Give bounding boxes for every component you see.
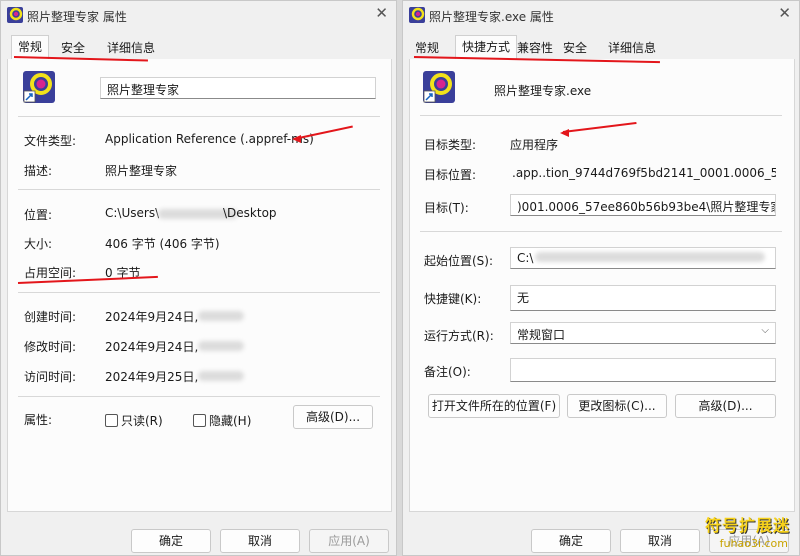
redacted-blur xyxy=(198,371,244,381)
divider xyxy=(18,116,380,117)
redacted-blur xyxy=(535,252,765,262)
hotkey-label: 快捷键(K): xyxy=(424,292,482,306)
title-bar: 照片整理专家 属性 ✕ xyxy=(1,1,396,29)
target-location-label: 目标位置: xyxy=(424,168,477,182)
created-value: 2024年9月24日, xyxy=(105,310,199,324)
description-value: 照片整理专家 xyxy=(105,164,178,178)
size-label: 大小: xyxy=(24,237,53,251)
tab-compatibility[interactable]: 兼容性 xyxy=(517,39,553,56)
tab-general[interactable]: 常规 xyxy=(415,39,439,56)
file-type-label: 文件类型: xyxy=(24,134,77,148)
description-label: 描述: xyxy=(24,164,53,178)
size-value: 406 字节 (406 字节) xyxy=(105,237,220,251)
target-location-value: .app..tion_9744d769f5bd2141_0001.0006_57… xyxy=(512,166,776,180)
properties-window-left: 照片整理专家 属性 ✕ 常规 安全 详细信息 照片整理专家 文件类型: Appl… xyxy=(0,0,397,556)
watermark-text: 符号扩展迷 xyxy=(704,516,790,535)
name-field[interactable]: 照片整理专家 xyxy=(100,77,376,99)
readonly-label: 只读(R) xyxy=(121,414,163,428)
name-value: 照片整理专家.exe xyxy=(494,84,592,98)
apply-button[interactable]: 应用(A) xyxy=(309,529,389,553)
hidden-checkbox[interactable] xyxy=(193,414,206,427)
comment-field[interactable] xyxy=(510,358,776,382)
target-type-value: 应用程序 xyxy=(510,138,559,152)
divider xyxy=(18,189,380,190)
redacted-blur xyxy=(198,311,244,321)
ok-button[interactable]: 确定 xyxy=(131,529,211,553)
modified-value: 2024年9月24日, xyxy=(105,340,199,354)
watermark-url: fuhao3i.com xyxy=(719,537,788,550)
window-title: 照片整理专家.exe 属性 xyxy=(429,10,554,24)
change-icon-button[interactable]: 更改图标(C)... xyxy=(567,394,667,418)
run-mode-label: 运行方式(R): xyxy=(424,329,494,343)
chevron-down-icon: ⌵ xyxy=(761,325,769,336)
location-label: 位置: xyxy=(24,208,53,222)
tab-details[interactable]: 详细信息 xyxy=(107,39,155,56)
tab-security[interactable]: 安全 xyxy=(563,39,587,56)
target-field[interactable]: )001.0006_57ee860b56b93be4\照片整理专家.exe xyxy=(510,194,776,216)
comment-label: 备注(O): xyxy=(424,365,471,379)
advanced-button[interactable]: 高级(D)... xyxy=(293,405,373,429)
start-in-label: 起始位置(S): xyxy=(424,254,494,268)
title-bar: 照片整理专家.exe 属性 ✕ xyxy=(403,1,799,29)
modified-label: 修改时间: xyxy=(24,340,77,354)
tab-bar: 常规 安全 详细信息 xyxy=(7,35,390,60)
general-panel: 照片整理专家 文件类型: Application Reference (.app… xyxy=(7,59,392,512)
divider xyxy=(420,115,782,116)
file-type-value: Application Reference (.appref-ms) xyxy=(105,132,314,146)
run-mode-value: 常规窗口 xyxy=(517,328,566,342)
location-value-start: C:\Users\ xyxy=(105,206,160,220)
close-icon[interactable]: ✕ xyxy=(375,4,388,22)
app-icon xyxy=(409,7,425,23)
hotkey-field[interactable]: 无 xyxy=(510,285,776,311)
accessed-label: 访问时间: xyxy=(24,370,77,384)
redacted-blur xyxy=(198,341,244,351)
divider xyxy=(18,396,380,397)
divider xyxy=(18,292,380,293)
cancel-button[interactable]: 取消 xyxy=(220,529,300,553)
divider xyxy=(420,231,782,232)
target-type-label: 目标类型: xyxy=(424,138,477,152)
location-value-end: \Desktop xyxy=(223,206,277,220)
created-label: 创建时间: xyxy=(24,310,77,324)
shortcut-app-icon xyxy=(23,71,55,103)
attributes-label: 属性: xyxy=(24,413,53,427)
tab-security[interactable]: 安全 xyxy=(61,39,85,56)
app-icon xyxy=(7,7,23,23)
shortcut-app-icon xyxy=(423,71,455,103)
ok-button[interactable]: 确定 xyxy=(531,529,611,553)
hidden-label: 隐藏(H) xyxy=(209,414,252,428)
advanced-button[interactable]: 高级(D)... xyxy=(675,394,776,418)
properties-window-right: 照片整理专家.exe 属性 ✕ 常规 快捷方式 兼容性 安全 详细信息 照片整理… xyxy=(402,0,800,556)
annotation-arrowhead xyxy=(292,135,301,143)
run-mode-select[interactable]: 常规窗口 ⌵ xyxy=(510,322,776,344)
open-file-location-button[interactable]: 打开文件所在的位置(F) xyxy=(428,394,560,418)
window-title: 照片整理专家 属性 xyxy=(27,10,127,24)
cancel-button[interactable]: 取消 xyxy=(620,529,700,553)
close-icon[interactable]: ✕ xyxy=(778,4,791,22)
disk-size-label: 占用空间: xyxy=(24,266,77,280)
annotation-arrowhead xyxy=(560,129,569,137)
start-in-value: C:\ xyxy=(517,251,534,265)
target-label: 目标(T): xyxy=(424,201,469,215)
accessed-value: 2024年9月25日, xyxy=(105,370,199,384)
readonly-checkbox[interactable] xyxy=(105,414,118,427)
tab-details[interactable]: 详细信息 xyxy=(608,39,656,56)
